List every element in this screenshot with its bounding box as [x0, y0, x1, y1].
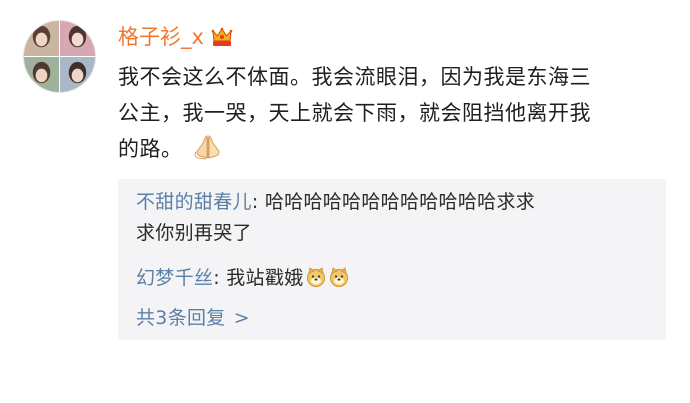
reply-author-link[interactable]: 幻梦千丝 — [136, 267, 213, 289]
username-link[interactable]: 格子衫_x — [118, 22, 204, 52]
reply-separator: : — [213, 267, 227, 289]
vip-crown-icon[interactable] — [210, 26, 234, 48]
reply-item: 幻梦千丝: 我站戳娥 — [136, 263, 349, 294]
reply-item: 不甜的甜春儿: 哈哈哈哈哈哈哈哈哈哈哈哈求求 求你别再哭了 — [136, 187, 535, 249]
post-text-line: 我不会这么不体面。我会流眼泪，因为我是东海三 — [118, 65, 591, 89]
post-text-line: 的路。 — [118, 137, 183, 161]
reply-author-link[interactable]: 不甜的甜春儿 — [136, 191, 252, 213]
post-content: 我不会这么不体面。我会流眼泪，因为我是东海三 公主，我一哭，天上就会下雨，就会阻… — [118, 59, 663, 167]
avatar[interactable] — [23, 20, 96, 93]
chevron-right-icon: > — [233, 307, 250, 329]
doge-icon — [306, 267, 326, 287]
doge-icon — [329, 267, 349, 287]
pray-hands-icon — [193, 134, 223, 160]
more-replies-label: 共3条回复 — [136, 307, 226, 329]
post-header: 格子衫_x — [118, 22, 234, 52]
post-text-line-last: 的路。 — [118, 131, 663, 167]
reply-text-continuation: 求你别再哭了 — [136, 222, 252, 244]
reply-text: 我站戳娥 — [226, 267, 304, 289]
reply-line: 幻梦千丝: 我站戳娥 — [136, 263, 349, 294]
post-text-line: 公主，我一哭，天上就会下雨，就会阻挡他离开我 — [118, 101, 591, 125]
reply-text: 哈哈哈哈哈哈哈哈哈哈哈哈求求 — [264, 191, 536, 213]
reply-line: 不甜的甜春儿: 哈哈哈哈哈哈哈哈哈哈哈哈求求 — [136, 187, 535, 218]
reply-separator: : — [251, 191, 265, 213]
replies-panel: 不甜的甜春儿: 哈哈哈哈哈哈哈哈哈哈哈哈求求 求你别再哭了 幻梦千丝: 我站戳娥 — [118, 179, 666, 340]
more-replies-link[interactable]: 共3条回复 > — [136, 304, 250, 332]
avatar-image — [24, 21, 95, 92]
